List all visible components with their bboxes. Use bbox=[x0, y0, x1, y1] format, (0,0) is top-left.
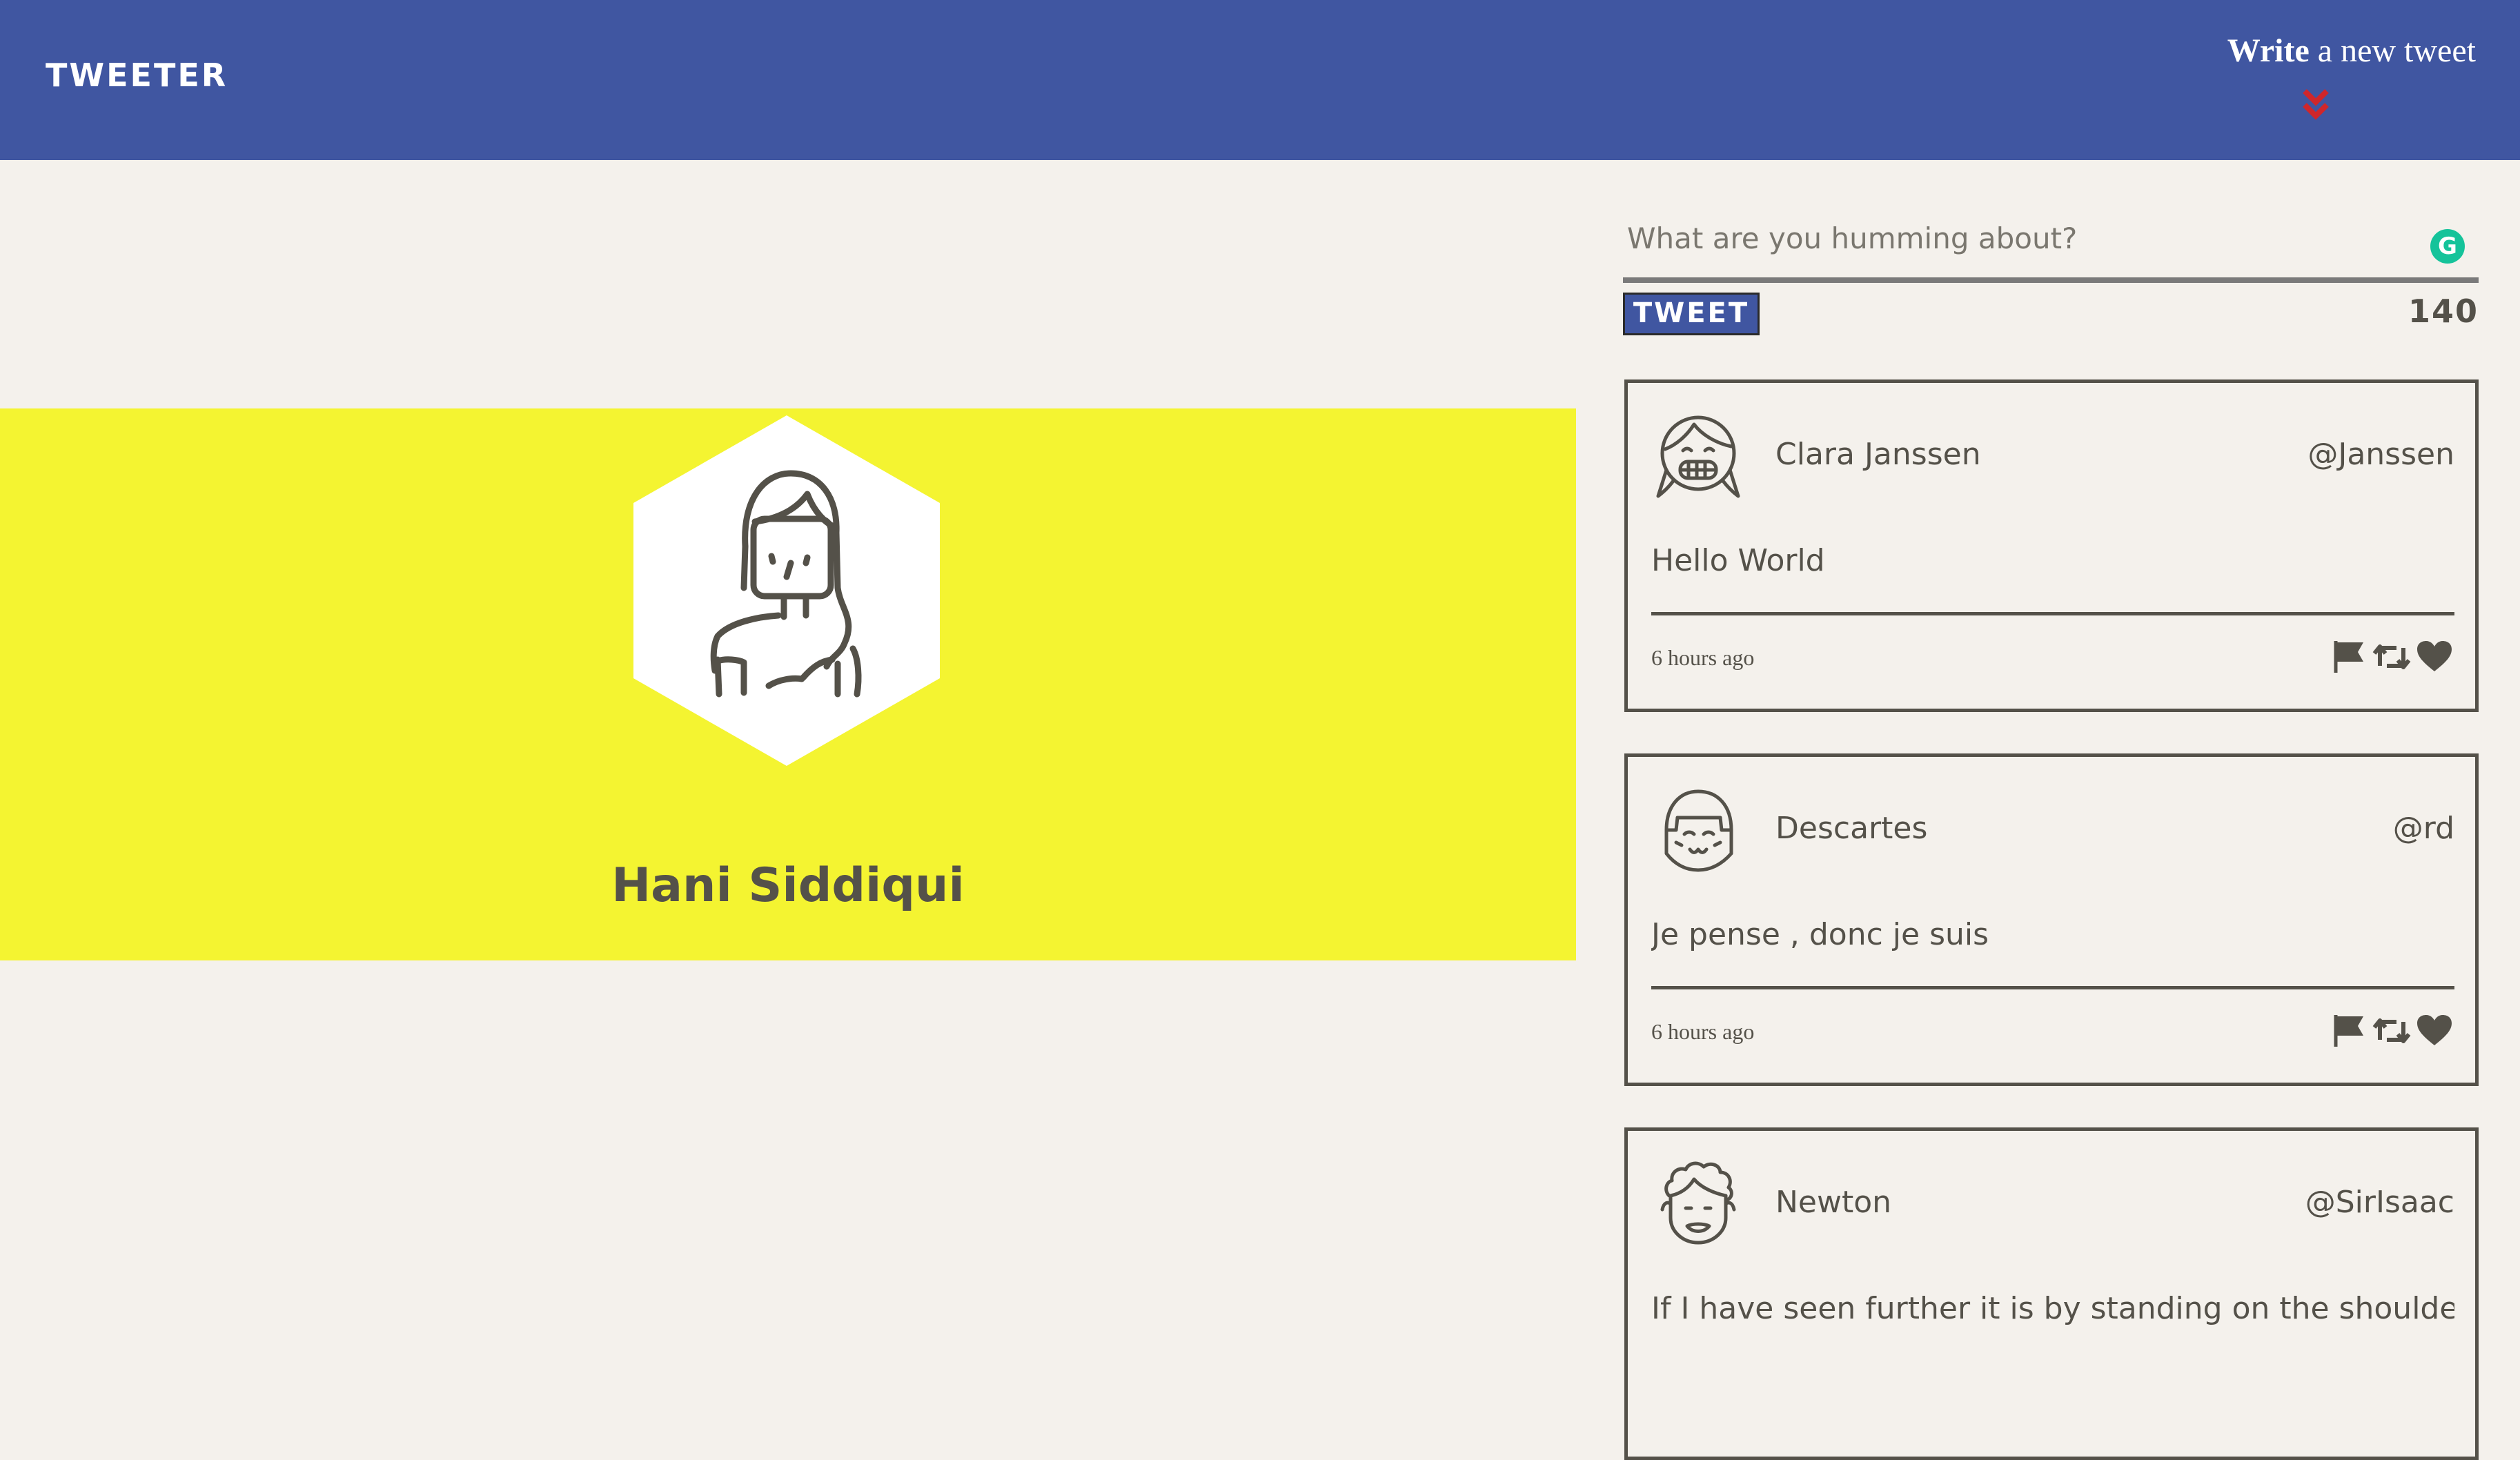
tweet-text: Je pense , donc je suis bbox=[1651, 917, 1989, 952]
tweet-text-input[interactable] bbox=[1623, 200, 2423, 276]
tweet-author-handle[interactable]: @rd bbox=[2393, 811, 2454, 846]
tweet-text: Hello World bbox=[1651, 543, 1825, 578]
flag-icon[interactable] bbox=[2330, 638, 2368, 675]
tweet-author-name[interactable]: Newton bbox=[1775, 1185, 1891, 1220]
girl-avatar-icon bbox=[1656, 415, 1740, 498]
tweet-author-name[interactable]: Clara Janssen bbox=[1775, 437, 1981, 472]
tweet-button[interactable]: TWEET bbox=[1623, 293, 1760, 335]
curly-hair-avatar-icon bbox=[1660, 1161, 1736, 1245]
tweet-divider bbox=[1651, 612, 2454, 615]
write-label-rest: a new tweet bbox=[2309, 32, 2476, 69]
character-counter: 140 bbox=[2408, 293, 2479, 330]
tweet-actions bbox=[2330, 1012, 2454, 1049]
heart-icon[interactable] bbox=[2416, 638, 2453, 675]
tweet-author-name[interactable]: Descartes bbox=[1775, 811, 1927, 846]
woman-avatar-icon bbox=[633, 415, 940, 766]
tweet-divider bbox=[1651, 986, 2454, 989]
tweet-author-handle[interactable]: @Janssen bbox=[2307, 437, 2454, 472]
double-chevron-down-icon bbox=[2303, 89, 2329, 120]
tweet-timestamp: 6 hours ago bbox=[1651, 645, 1755, 670]
tweet-card: Newton @SirIsaac If I have seen further … bbox=[1624, 1127, 2479, 1460]
brand-logo[interactable]: TWEETER bbox=[46, 57, 228, 94]
grammarly-icon[interactable]: G bbox=[2430, 229, 2465, 264]
heart-icon[interactable] bbox=[2416, 1012, 2453, 1049]
tweet-card: Clara Janssen @Janssen Hello World 6 hou… bbox=[1624, 379, 2479, 712]
composer-underline bbox=[1623, 277, 2479, 283]
flag-icon[interactable] bbox=[2330, 1012, 2368, 1049]
write-label-bold: Write bbox=[2227, 32, 2310, 69]
profile-name: Hani Siddiqui bbox=[611, 858, 965, 913]
retweet-icon[interactable] bbox=[2372, 638, 2411, 675]
profile-banner: Hani Siddiqui bbox=[0, 408, 1576, 960]
tweet-card: Descartes @rd Je pense , donc je suis 6 … bbox=[1624, 753, 2479, 1086]
write-new-tweet-toggle[interactable]: Write a new tweet bbox=[2186, 32, 2476, 128]
tweet-timestamp: 6 hours ago bbox=[1651, 1019, 1755, 1044]
tweet-author-handle[interactable]: @SirIsaac bbox=[2305, 1185, 2454, 1220]
tweet-text: If I have seen further it is by standing… bbox=[1651, 1291, 2454, 1326]
bob-hair-avatar-icon bbox=[1664, 789, 1733, 872]
top-nav-bar: TWEETER Write a new tweet bbox=[0, 0, 2520, 160]
retweet-icon[interactable] bbox=[2372, 1012, 2411, 1049]
tweet-composer: G TWEET 140 bbox=[1623, 200, 2479, 338]
tweet-actions bbox=[2330, 638, 2454, 675]
